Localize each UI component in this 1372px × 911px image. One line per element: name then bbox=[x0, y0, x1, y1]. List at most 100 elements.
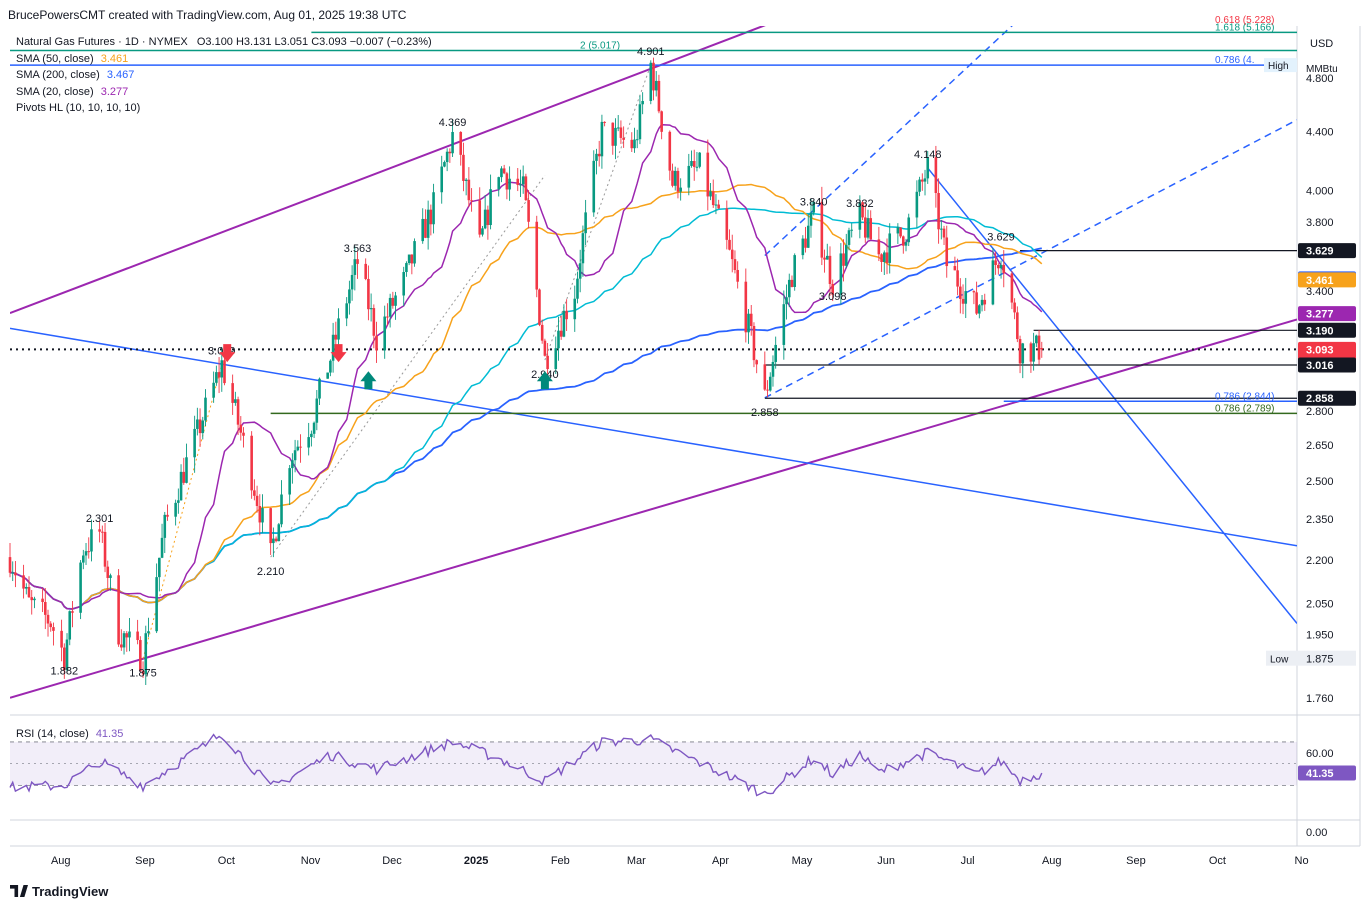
candle-body bbox=[486, 209, 490, 226]
candle-body bbox=[980, 299, 984, 306]
time-tick-label: Jul bbox=[961, 855, 975, 867]
candle-body bbox=[907, 217, 911, 243]
candle-body bbox=[98, 529, 101, 532]
price-pane bbox=[10, 26, 1297, 712]
candle-body bbox=[1016, 312, 1019, 340]
candle-body bbox=[326, 372, 329, 379]
legend-sma50[interactable]: SMA (50, close) 3.461 bbox=[16, 51, 432, 68]
price-tick-label: 1.950 bbox=[1306, 629, 1334, 641]
price-tick-label: 2.350 bbox=[1306, 514, 1334, 526]
rsi-legend[interactable]: RSI (14, close) 41.35 bbox=[16, 728, 123, 740]
candle-body bbox=[869, 218, 873, 240]
high-tag-text: High bbox=[1268, 61, 1289, 72]
candle-body bbox=[1002, 264, 1006, 274]
candle-body bbox=[690, 160, 693, 166]
candle-body bbox=[198, 419, 202, 434]
candle-body bbox=[1018, 339, 1022, 364]
candle-body bbox=[711, 191, 715, 206]
candle-body bbox=[440, 166, 444, 193]
chart-canvas[interactable]: 0.786 (2.789)0.786 (2.844)2 (5.017)1.618… bbox=[0, 0, 1372, 911]
candle-body bbox=[763, 364, 767, 390]
candle-body bbox=[386, 316, 389, 318]
tradingview-logo[interactable]: TradingView bbox=[10, 884, 108, 899]
candle-body bbox=[695, 166, 699, 168]
candle-body bbox=[372, 308, 376, 336]
currency-label[interactable]: USD bbox=[1310, 38, 1333, 50]
price-tick-label: 3.800 bbox=[1306, 217, 1334, 229]
candle-body bbox=[728, 239, 731, 250]
candle-body bbox=[616, 127, 620, 129]
candle-body bbox=[942, 228, 946, 238]
candle-body bbox=[559, 330, 563, 337]
candle-body bbox=[84, 551, 88, 556]
candle-body bbox=[880, 254, 883, 263]
pivot-label: 3.629 bbox=[987, 232, 1015, 244]
candle-body bbox=[540, 324, 544, 341]
sma200-label: SMA (200, close) bbox=[16, 69, 100, 81]
candle-body bbox=[307, 437, 310, 448]
candle-body bbox=[714, 204, 718, 206]
candle-body bbox=[668, 131, 672, 171]
candle-body bbox=[122, 633, 126, 648]
candle-body bbox=[68, 611, 72, 640]
candle-body bbox=[997, 264, 1000, 269]
candle-body bbox=[972, 291, 976, 293]
candle-body bbox=[595, 153, 598, 161]
candle-body bbox=[139, 640, 142, 671]
candle-body bbox=[649, 62, 653, 101]
candle-body bbox=[562, 310, 566, 337]
candle-body bbox=[478, 200, 482, 235]
candle-body bbox=[383, 316, 386, 351]
candle-body bbox=[633, 139, 636, 149]
candle-body bbox=[790, 279, 794, 287]
price-tick-label: 3.400 bbox=[1306, 286, 1334, 298]
candle-body bbox=[635, 139, 639, 141]
legend-pivots[interactable]: Pivots HL (10, 10, 10, 10) bbox=[16, 100, 432, 117]
candle-body bbox=[519, 184, 522, 186]
rsi-legend-value: 41.35 bbox=[95, 728, 124, 740]
price-tick-label: 2.050 bbox=[1306, 599, 1334, 611]
level-label: 0.618 (5.228) bbox=[1215, 15, 1275, 26]
candle-body bbox=[850, 229, 854, 231]
attribution: BrucePowersCMT created with TradingView.… bbox=[8, 8, 407, 22]
candle-body bbox=[299, 446, 302, 448]
candle-body bbox=[945, 237, 949, 267]
candle-body bbox=[407, 254, 411, 264]
tradingview-mark-icon bbox=[10, 885, 28, 897]
candle-body bbox=[174, 502, 177, 517]
candle-body bbox=[337, 318, 340, 340]
sma20-label: SMA (20, close) bbox=[16, 85, 94, 98]
legend-symbol-row[interactable]: Natural Gas Futures · 1D · NYMEX O3.100 … bbox=[16, 34, 432, 51]
candle-body bbox=[128, 631, 131, 638]
candle-body bbox=[82, 555, 85, 563]
candle-body bbox=[755, 360, 758, 365]
candle-body bbox=[839, 253, 843, 295]
candle-body bbox=[356, 259, 359, 264]
candle-body bbox=[367, 278, 370, 310]
price-tick-label: 2.650 bbox=[1306, 440, 1334, 452]
candle-body bbox=[394, 295, 397, 306]
candle-body bbox=[744, 281, 748, 333]
candle-body bbox=[350, 274, 354, 290]
candle-body bbox=[630, 139, 634, 149]
time-tick-label: Aug bbox=[1042, 855, 1062, 867]
candle-body bbox=[345, 303, 348, 319]
candle-body bbox=[888, 233, 892, 263]
candle-body bbox=[657, 80, 661, 112]
candle-body bbox=[730, 249, 734, 260]
candle-body bbox=[921, 179, 924, 182]
candle-body bbox=[546, 355, 549, 370]
candle-body bbox=[1032, 343, 1035, 362]
candle-body bbox=[481, 228, 484, 235]
candle-body bbox=[877, 239, 881, 255]
candle-body bbox=[451, 131, 454, 154]
candle-body bbox=[733, 259, 737, 270]
pivot-label: 4.369 bbox=[439, 117, 467, 129]
candle-body bbox=[709, 191, 712, 197]
legend-sma200[interactable]: SMA (200, close) 3.467 bbox=[16, 67, 432, 84]
legend-sma20[interactable]: SMA (20, close) 3.277 bbox=[16, 84, 432, 101]
candle-body bbox=[736, 269, 739, 282]
candle-body bbox=[46, 614, 50, 624]
candle-body bbox=[402, 272, 406, 296]
time-tick-label: May bbox=[792, 855, 813, 867]
